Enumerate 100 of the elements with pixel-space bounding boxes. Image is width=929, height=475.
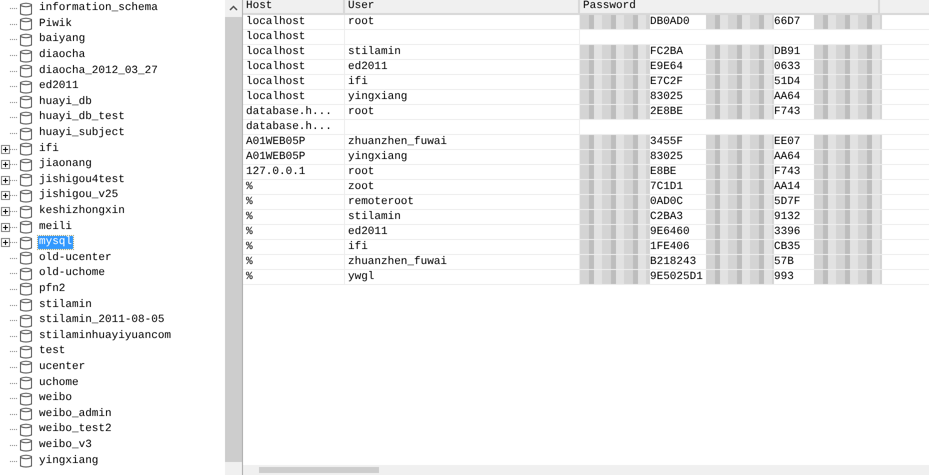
database-item[interactable]: diaocha	[38, 49, 86, 62]
password-fragment: 0AD0C	[650, 195, 684, 209]
password-fragment: 3396	[774, 225, 802, 239]
password-fragment: AA64	[774, 150, 802, 164]
redaction-mosaic	[706, 15, 774, 29]
database-icon	[19, 95, 33, 110]
redaction-mosaic	[814, 60, 882, 74]
expand-icon[interactable]	[1, 238, 10, 248]
column-header[interactable]: Password	[580, 0, 880, 13]
table-cell: %	[243, 195, 345, 209]
table-cell: database.h...	[243, 105, 345, 119]
scrollbar-thumb[interactable]	[225, 17, 242, 462]
redaction-mosaic	[706, 135, 774, 149]
password-fragment: 9132	[774, 210, 802, 224]
password-fragment: E9E64	[650, 60, 684, 74]
password-fragment: CB35	[774, 240, 802, 254]
password-fragment: 5D7F	[774, 195, 802, 209]
expand-icon[interactable]	[1, 207, 10, 216]
redaction-mosaic	[814, 180, 882, 194]
database-icon	[19, 329, 33, 344]
table-cell: localhost	[243, 45, 345, 59]
database-item[interactable]: stilaminhuayiyuancom	[38, 330, 172, 343]
database-item[interactable]: stilamin	[38, 298, 93, 312]
column-header[interactable]: User	[345, 0, 580, 13]
database-item[interactable]: huayi_db_test	[38, 111, 126, 124]
password-fragment: EE07	[774, 135, 802, 149]
password-fragment: 2E8BE	[650, 105, 684, 119]
database-item[interactable]: information_schema	[38, 2, 159, 16]
database-item[interactable]: baiyang	[38, 33, 86, 46]
redaction-mosaic	[706, 270, 774, 284]
redaction-mosaic	[706, 60, 774, 74]
table-cell: localhost	[243, 90, 345, 104]
database-icon	[19, 376, 33, 390]
expand-icon[interactable]	[1, 176, 10, 185]
expand-icon[interactable]	[1, 222, 10, 232]
database-item[interactable]: keshizhongxin	[38, 205, 126, 218]
database-item[interactable]: huayi_db	[38, 96, 93, 109]
redaction-mosaic	[580, 15, 650, 29]
password-fragment: AA14	[774, 180, 802, 194]
password-fragment: 51D4	[774, 75, 802, 89]
database-item[interactable]: diaocha_2012_03_27	[38, 64, 159, 78]
column-header[interactable]: Host	[243, 0, 345, 13]
database-item[interactable]: weibo_v3	[38, 438, 93, 452]
redaction-mosaic	[706, 90, 774, 104]
database-item[interactable]: jishigou_v25	[38, 189, 120, 202]
redaction-mosaic	[814, 270, 882, 284]
expand-icon[interactable]	[1, 144, 10, 154]
database-icon	[19, 236, 33, 250]
database-item[interactable]: weibo_test2	[38, 423, 113, 436]
database-icon	[19, 251, 33, 266]
redaction-mosaic	[814, 105, 882, 119]
database-item[interactable]: stilamin_2011-08-05	[38, 314, 166, 328]
redaction-mosaic	[706, 45, 774, 59]
redaction-mosaic	[814, 195, 882, 209]
database-item[interactable]: uchome	[38, 376, 80, 390]
database-item[interactable]: pfn2	[38, 282, 66, 296]
expand-icon[interactable]	[1, 191, 10, 200]
expand-icon[interactable]	[1, 160, 10, 170]
table-cell: %	[243, 210, 345, 224]
database-icon	[19, 438, 33, 452]
database-item[interactable]: jiaonang	[38, 158, 93, 172]
database-item[interactable]: jishigou4test	[38, 174, 126, 187]
database-item[interactable]: meili	[38, 220, 74, 234]
redaction-mosaic	[580, 60, 650, 74]
database-item[interactable]: ifi	[38, 142, 60, 156]
database-icon	[19, 126, 33, 141]
database-item[interactable]: ucenter	[38, 360, 86, 374]
password-fragment: E8BE	[650, 165, 678, 179]
redaction-mosaic	[814, 135, 882, 149]
password-fragment: 9E6460	[650, 225, 691, 239]
database-icon	[19, 266, 33, 281]
redaction-mosaic	[814, 240, 882, 254]
database-item[interactable]: huayi_subject	[38, 127, 126, 140]
table-cell: %	[243, 225, 345, 239]
database-item[interactable]: weibo	[38, 392, 74, 406]
database-item[interactable]: Piwik	[38, 18, 74, 31]
redaction-mosaic	[706, 255, 774, 269]
database-item[interactable]: yingxiang	[38, 454, 100, 468]
redaction-mosaic	[580, 225, 650, 239]
password-fragment: 3455F	[650, 135, 684, 149]
database-item[interactable]: weibo_admin	[38, 408, 113, 421]
database-icon	[19, 2, 33, 16]
database-icon	[19, 282, 33, 296]
database-icon	[19, 360, 33, 374]
scrollbar-thumb[interactable]	[259, 467, 379, 473]
redaction-mosaic	[706, 180, 774, 194]
database-icon	[19, 220, 33, 234]
database-item[interactable]: old-uchome	[38, 267, 106, 280]
redaction-mosaic	[580, 105, 650, 119]
database-item[interactable]: ed2011	[38, 80, 80, 94]
redaction-mosaic	[814, 225, 882, 239]
redaction-mosaic	[580, 45, 650, 59]
redaction-mosaic	[814, 150, 882, 164]
database-item[interactable]: old-ucenter	[38, 252, 113, 265]
database-icon	[19, 173, 33, 188]
table-cell: A01WEB05P	[243, 135, 345, 149]
password-fragment: FC2BA	[650, 45, 684, 59]
database-icon	[19, 454, 33, 468]
redaction-mosaic	[814, 15, 882, 29]
database-item[interactable]: test	[38, 345, 66, 358]
